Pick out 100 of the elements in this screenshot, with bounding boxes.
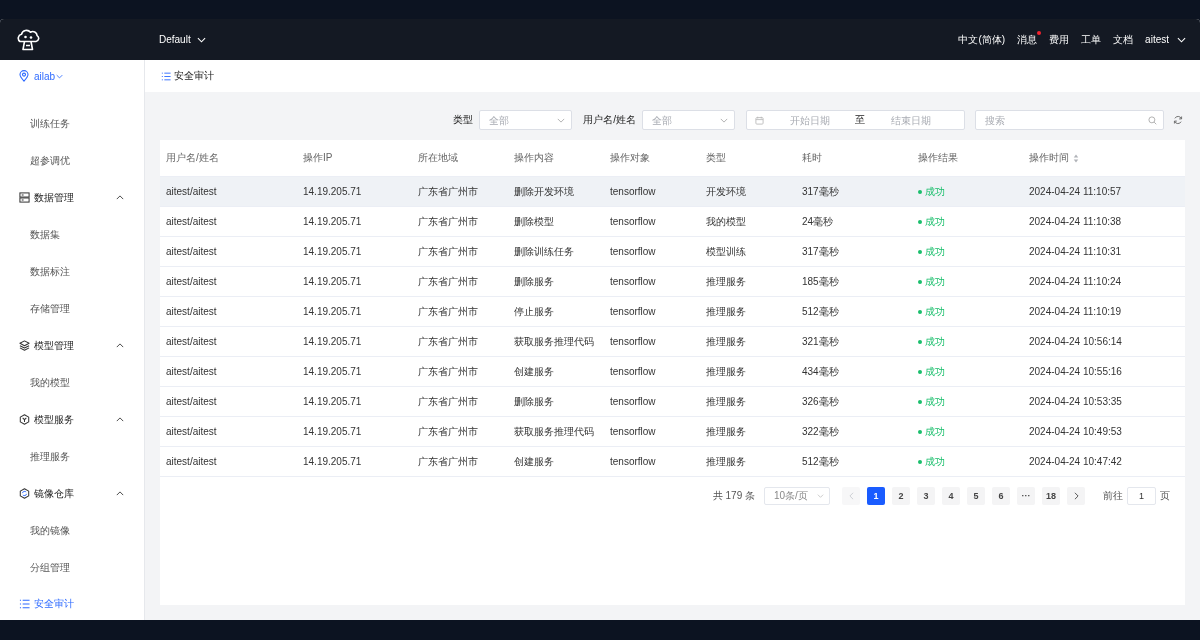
column-header[interactable]: 操作时间 bbox=[1023, 140, 1185, 176]
user-menu[interactable]: aitest bbox=[1145, 34, 1186, 45]
sidebar-group[interactable]: 数据管理 bbox=[0, 179, 144, 216]
nav-link[interactable]: 消息 bbox=[1017, 32, 1038, 47]
refresh-icon[interactable] bbox=[1173, 115, 1183, 125]
page-button[interactable]: 4 bbox=[942, 487, 960, 505]
table-cell-text: tensorflow bbox=[609, 185, 657, 199]
sidebar-item[interactable]: 超参调优 bbox=[0, 142, 144, 179]
column-header: 操作内容 bbox=[513, 151, 555, 165]
status-text: 成功 bbox=[925, 214, 945, 229]
page-button[interactable]: 5 bbox=[967, 487, 985, 505]
table-cell-text: tensorflow bbox=[609, 245, 657, 259]
table-cell-text: 14.19.205.71 bbox=[302, 365, 363, 379]
nav-link[interactable]: 工单 bbox=[1081, 32, 1102, 47]
total-count: 共 179 条 bbox=[712, 489, 755, 503]
sidebar-item[interactable]: 安全审计 bbox=[0, 588, 144, 620]
sidebar-group[interactable]: 镜像仓库 bbox=[0, 475, 144, 512]
table-cell-text: 推理服务 bbox=[705, 394, 747, 409]
table-cell-text: 我的模型 bbox=[705, 214, 747, 229]
table-cell-text: aitest/aitest bbox=[165, 395, 218, 409]
table-cell-text: 14.19.205.71 bbox=[302, 185, 363, 199]
nav-link[interactable]: 文档 bbox=[1113, 32, 1134, 47]
status-text: 成功 bbox=[925, 184, 945, 199]
table-cell-text: aitest/aitest bbox=[165, 215, 218, 229]
project-selector[interactable]: ailab bbox=[0, 60, 64, 92]
table-cell-text: 321毫秒 bbox=[801, 334, 840, 349]
sidebar-item[interactable]: 训练任务 bbox=[0, 105, 144, 142]
table-cell-text: 2024-04-24 11:10:31 bbox=[1028, 245, 1123, 259]
sidebar-item[interactable]: 推理服务 bbox=[0, 438, 144, 475]
table-cell-text: tensorflow bbox=[609, 455, 657, 469]
page-button[interactable]: 1 bbox=[867, 487, 885, 505]
date-range-picker[interactable]: 开始日期 至 结束日期 bbox=[746, 110, 965, 130]
page-button[interactable]: 2 bbox=[892, 487, 910, 505]
table-cell-text: tensorflow bbox=[609, 275, 657, 289]
start-date-field[interactable]: 开始日期 bbox=[764, 114, 855, 126]
sidebar-group[interactable]: 模型管理 bbox=[0, 327, 144, 364]
sort-icon[interactable] bbox=[1073, 153, 1079, 163]
location-pin-icon bbox=[19, 70, 29, 82]
filter-label: 类型 bbox=[453, 113, 474, 127]
server-icon bbox=[19, 192, 30, 203]
table-cell-text: 2024-04-24 10:49:53 bbox=[1028, 425, 1123, 439]
user-select[interactable]: 全部 bbox=[642, 110, 735, 130]
table-cell-text: 2024-04-24 11:10:38 bbox=[1028, 215, 1123, 229]
sidebar-item[interactable]: 数据标注 bbox=[0, 253, 144, 290]
table-cell-text: 广东省广州市 bbox=[417, 334, 479, 349]
table-cell-text: 删除服务 bbox=[513, 274, 555, 289]
chevron-down-icon bbox=[720, 118, 728, 123]
type-select[interactable]: 全部 bbox=[479, 110, 573, 130]
page-suffix: 页 bbox=[1160, 489, 1170, 503]
sidebar-item[interactable]: 我的模型 bbox=[0, 364, 144, 401]
page-button[interactable]: 6 bbox=[992, 487, 1010, 505]
table-cell-text: 317毫秒 bbox=[801, 244, 840, 259]
page-jump-field[interactable]: 1 bbox=[1127, 487, 1156, 505]
status-text: 成功 bbox=[925, 274, 945, 289]
jump-label: 前往 bbox=[1103, 489, 1123, 503]
next-page-button[interactable] bbox=[1067, 487, 1085, 505]
sidebar-item[interactable]: 存储管理 bbox=[0, 290, 144, 327]
table-cell-text: 185毫秒 bbox=[801, 274, 840, 289]
table-cell-text: 广东省广州市 bbox=[417, 394, 479, 409]
table-cell-text: 14.19.205.71 bbox=[302, 455, 363, 469]
table-cell-text: aitest/aitest bbox=[165, 185, 218, 199]
cloud-logo-icon[interactable] bbox=[15, 28, 41, 51]
table-cell-text: 推理服务 bbox=[705, 274, 747, 289]
page-title: 安全审计 bbox=[174, 69, 214, 83]
workspace-dropdown[interactable]: Default bbox=[159, 34, 206, 45]
list-icon bbox=[19, 599, 30, 609]
table-cell-text: 326毫秒 bbox=[801, 394, 840, 409]
list-icon bbox=[161, 71, 171, 81]
chevron-down-icon bbox=[1177, 36, 1186, 43]
table-cell-text: 广东省广州市 bbox=[417, 454, 479, 469]
end-date-field[interactable]: 结束日期 bbox=[865, 114, 956, 126]
sidebar-group[interactable]: 模型服务 bbox=[0, 401, 144, 438]
table-cell-text: 推理服务 bbox=[705, 334, 747, 349]
search-field[interactable]: 搜索 bbox=[975, 110, 1164, 130]
table-cell-text: tensorflow bbox=[609, 215, 657, 229]
table-cell-text: 获取服务推理代码 bbox=[513, 334, 595, 349]
page-button[interactable]: 18 bbox=[1042, 487, 1060, 505]
table-cell-text: aitest/aitest bbox=[165, 425, 218, 439]
table-cell-text: 512毫秒 bbox=[801, 454, 840, 469]
table-cell-text: 317毫秒 bbox=[801, 184, 840, 199]
table-cell-text: 广东省广州市 bbox=[417, 184, 479, 199]
sidebar-item[interactable]: 我的镜像 bbox=[0, 512, 144, 549]
nav-link[interactable]: 费用 bbox=[1049, 32, 1070, 47]
nav-link[interactable]: 中文(简体) bbox=[958, 32, 1006, 47]
table-cell-text: 删除模型 bbox=[513, 214, 555, 229]
column-header: 所在地域 bbox=[417, 151, 459, 165]
sidebar-item[interactable]: 数据集 bbox=[0, 216, 144, 253]
table-cell-text: 删除训练任务 bbox=[513, 244, 575, 259]
status-text: 成功 bbox=[925, 244, 945, 259]
range-separator: 至 bbox=[855, 113, 865, 127]
sidebar-item[interactable]: 分组管理 bbox=[0, 549, 144, 586]
hexagon-icon bbox=[19, 414, 30, 425]
page-button[interactable]: 3 bbox=[917, 487, 935, 505]
page-button[interactable]: ··· bbox=[1017, 487, 1035, 505]
column-header: 操作IP bbox=[302, 151, 334, 165]
hexagon-arrows-icon bbox=[19, 488, 30, 499]
chevron-down-icon bbox=[817, 494, 824, 498]
page-size-select[interactable]: 10条/页 bbox=[764, 487, 830, 505]
table-cell-text: 广东省广州市 bbox=[417, 424, 479, 439]
status-text: 成功 bbox=[925, 394, 945, 409]
